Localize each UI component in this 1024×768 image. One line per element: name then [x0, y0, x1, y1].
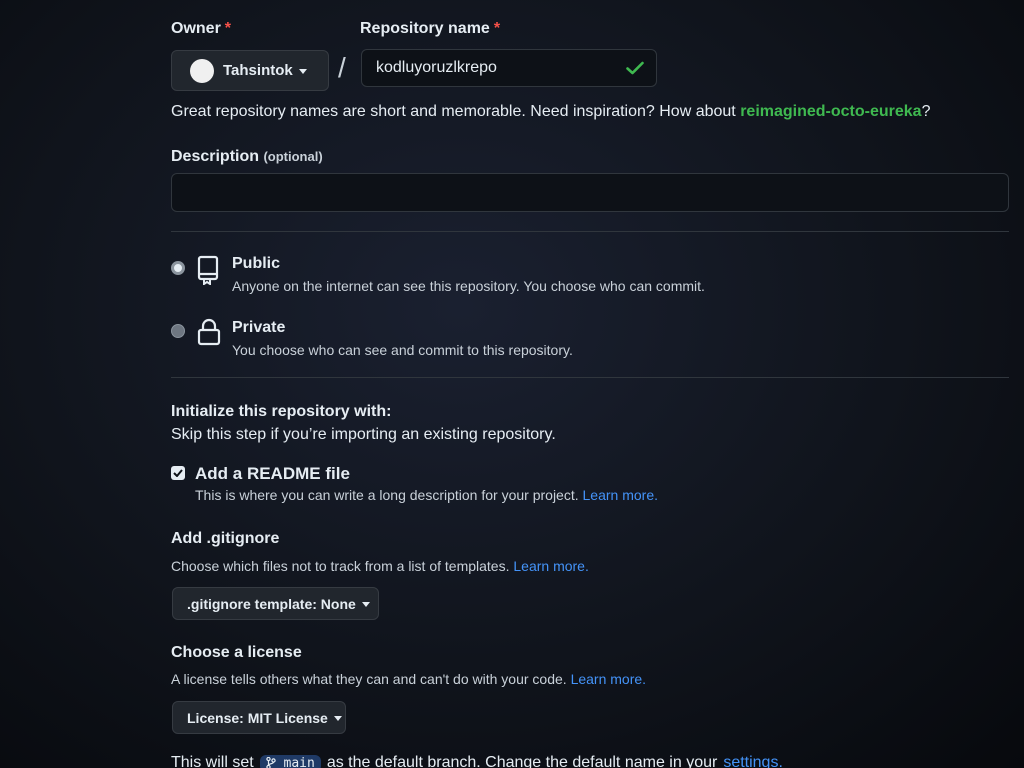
- readme-learn-more-link[interactable]: Learn more.: [583, 487, 658, 503]
- chevron-down-icon: [298, 69, 307, 74]
- git-branch-icon: [265, 756, 276, 768]
- branch-note-middle: as the default branch. Change the defaul…: [326, 754, 718, 768]
- owner-label-text: Owner: [171, 20, 221, 37]
- default-branch-note: This will set main as the default branch…: [171, 754, 783, 768]
- gitignore-desc-text: Choose which files not to track from a l…: [171, 558, 510, 574]
- initialize-title: Initialize this repository with:: [171, 403, 392, 420]
- divider: [171, 231, 1009, 232]
- license-dropdown[interactable]: License: MIT License: [172, 701, 346, 734]
- repo-name-input[interactable]: kodluyoruzlkrepo: [361, 49, 657, 87]
- repo-name-required-mark: *: [493, 20, 501, 37]
- create-repository-form: Owner * Repository name * Tahsintok / kodl…: [0, 0, 1024, 768]
- checkmark-icon: [173, 469, 183, 477]
- gitignore-template-label: .gitignore template: None: [187, 595, 356, 612]
- lock-icon: [197, 318, 221, 346]
- description-optional-tag: (optional): [263, 149, 323, 164]
- private-option-desc: You choose who can see and commit to thi…: [232, 342, 573, 358]
- readme-checkbox[interactable]: [171, 466, 185, 480]
- gitignore-title: Add .gitignore: [171, 530, 280, 547]
- chevron-down-icon: [333, 716, 342, 721]
- check-icon: [626, 61, 644, 75]
- settings-link[interactable]: settings.: [723, 754, 783, 768]
- license-label: License: MIT License: [187, 709, 328, 726]
- readme-label[interactable]: Add a README file: [195, 464, 350, 484]
- owner-repo-separator: /: [338, 52, 346, 83]
- suggestion-suffix: ?: [921, 103, 931, 120]
- branch-name: main: [283, 755, 315, 768]
- description-label-text: Description: [171, 148, 260, 165]
- suggested-name-link[interactable]: reimagined-octo-eureka: [740, 103, 921, 120]
- license-learn-more-link[interactable]: Learn more.: [571, 671, 646, 687]
- license-title: Choose a license: [171, 644, 302, 661]
- branch-badge: main: [259, 754, 321, 768]
- suggestion-text: Great repository names are short and mem…: [171, 103, 736, 120]
- public-option-desc: Anyone on the internet can see this repo…: [232, 278, 705, 294]
- description-input[interactable]: [171, 173, 1009, 212]
- owner-avatar: [190, 58, 214, 83]
- repo-name-label: Repository name *: [360, 20, 500, 38]
- gitignore-desc: Choose which files not to track from a l…: [171, 558, 589, 574]
- gitignore-template-dropdown[interactable]: .gitignore template: None: [172, 587, 379, 620]
- repo-icon: [197, 255, 219, 285]
- branch-note-prefix: This will set: [171, 754, 254, 768]
- private-option-title[interactable]: Private: [232, 319, 285, 337]
- chevron-down-icon: [361, 602, 370, 607]
- description-label: Description (optional): [171, 148, 323, 166]
- license-desc-text: A license tells others what they can and…: [171, 671, 567, 687]
- public-option-title[interactable]: Public: [232, 255, 280, 273]
- owner-dropdown[interactable]: Tahsintok: [171, 50, 329, 91]
- public-radio[interactable]: [171, 261, 185, 275]
- license-desc: A license tells others what they can and…: [171, 671, 646, 687]
- repo-name-suggestion: Great repository names are short and mem…: [171, 103, 930, 121]
- repo-name-value: kodluyoruzlkrepo: [376, 59, 497, 76]
- gitignore-learn-more-link[interactable]: Learn more.: [513, 558, 588, 574]
- private-radio[interactable]: [171, 324, 185, 338]
- repo-name-label-text: Repository name: [360, 20, 490, 37]
- initialize-subtitle: Skip this step if you’re importing an ex…: [171, 426, 556, 443]
- owner-required-mark: *: [224, 20, 232, 37]
- divider: [171, 377, 1009, 378]
- owner-name: Tahsintok: [223, 62, 293, 79]
- readme-desc-text: This is where you can write a long descr…: [195, 487, 579, 503]
- owner-label: Owner *: [171, 20, 231, 38]
- readme-desc: This is where you can write a long descr…: [195, 487, 658, 503]
